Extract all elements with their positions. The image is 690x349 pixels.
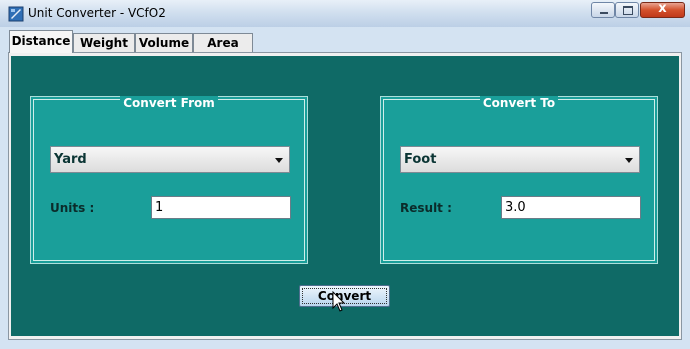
to-unit-value: Foot — [404, 152, 437, 167]
from-unit-value: Yard — [54, 152, 87, 167]
result-label: Result : — [400, 201, 452, 215]
convert-from-title: Convert From — [120, 96, 218, 110]
tab-weight[interactable]: Weight — [73, 33, 135, 52]
convert-from-title-wrap: Convert From — [31, 96, 307, 110]
mouse-pointer-icon — [332, 291, 346, 312]
app-window: Unit Converter - VCfO2 x Distance Weight… — [0, 0, 690, 349]
units-input[interactable]: 1 — [151, 196, 291, 219]
units-label: Units : — [50, 201, 95, 215]
tab-area[interactable]: Area — [193, 33, 253, 52]
maximize-icon[interactable] — [615, 2, 639, 18]
window-title: Unit Converter - VCfO2 — [28, 6, 166, 20]
dropdown-arrow-icon[interactable] — [275, 158, 283, 163]
to-unit-dropdown[interactable]: Foot — [400, 146, 640, 173]
title-bar[interactable]: Unit Converter - VCfO2 x — [0, 0, 690, 27]
convert-to-title-wrap: Convert To — [381, 96, 657, 110]
app-icon — [8, 6, 24, 22]
convert-from-group: Convert From Yard Units : 1 — [30, 96, 308, 264]
convert-to-title: Convert To — [479, 96, 559, 110]
from-unit-dropdown[interactable]: Yard — [50, 146, 290, 173]
dropdown-arrow-icon[interactable] — [625, 158, 633, 163]
tab-distance[interactable]: Distance — [9, 30, 73, 53]
convert-to-group: Convert To Foot Result : 3.0 — [380, 96, 658, 264]
minimize-icon[interactable] — [591, 2, 615, 18]
tab-volume[interactable]: Volume — [135, 33, 193, 52]
result-field[interactable]: 3.0 — [501, 196, 641, 219]
convert-to-border — [383, 99, 655, 261]
close-icon[interactable]: x — [640, 1, 685, 18]
convert-from-border — [33, 99, 305, 261]
close-glyph: x — [658, 1, 667, 16]
